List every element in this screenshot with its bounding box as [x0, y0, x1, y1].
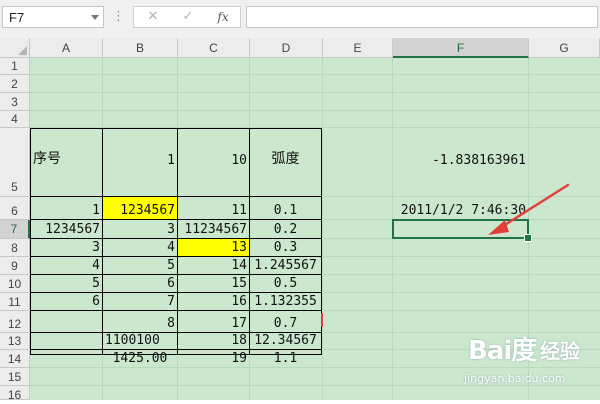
baidu-watermark: Bai度 经验 jingyan.baidu.com — [458, 322, 598, 398]
baidu-logo: Bai度 — [468, 336, 537, 366]
watermark-url: jingyan.baidu.com — [464, 372, 566, 385]
watermark-label: 经验 — [540, 339, 580, 363]
